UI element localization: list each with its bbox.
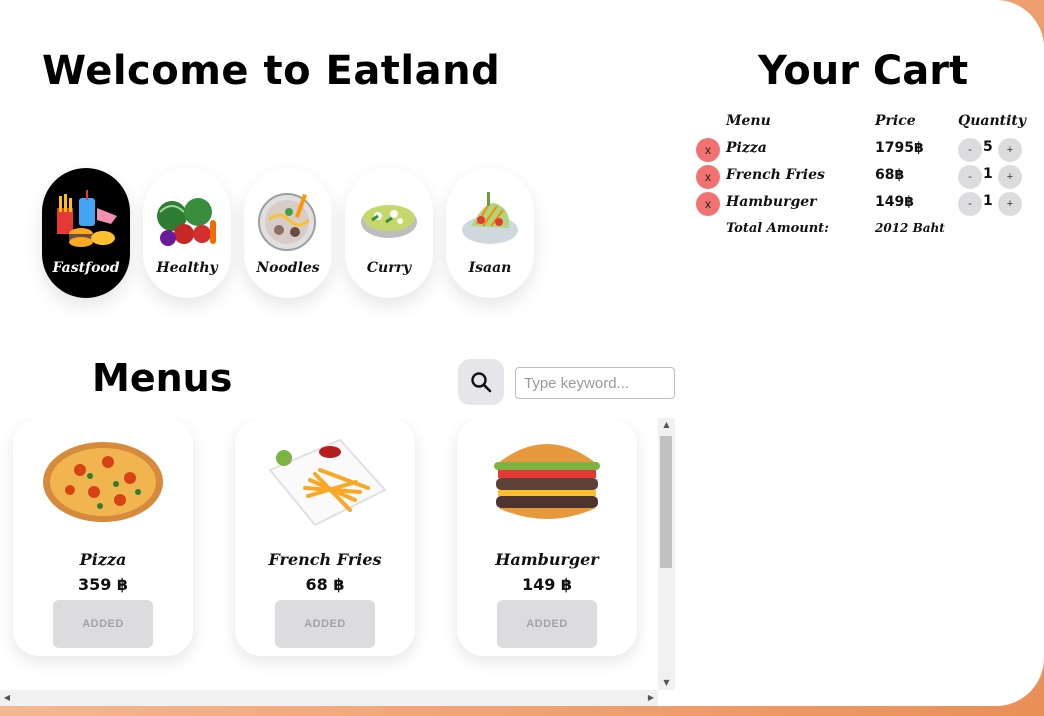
cart-row: x Hamburger 149฿ - 1 + — [696, 192, 1026, 216]
vertical-scrollbar[interactable]: ▲ ▼ — [658, 418, 675, 690]
total-amount-label: Total Amount: — [726, 221, 829, 236]
added-button[interactable]: ADDED — [275, 600, 375, 648]
page-title: Welcome to Eatland — [42, 48, 501, 94]
category-label: Isaan — [468, 260, 512, 276]
category-noodles[interactable]: Noodles — [244, 168, 332, 298]
scroll-up-arrow-icon[interactable]: ▲ — [658, 418, 675, 432]
horizontal-scrollbar[interactable]: ◀ ▶ — [0, 690, 658, 706]
scroll-down-arrow-icon[interactable]: ▼ — [658, 676, 675, 690]
cart-row: x Pizza 1795฿ - 5 + — [696, 138, 1026, 162]
category-healthy[interactable]: Healthy — [143, 168, 231, 298]
added-button[interactable]: ADDED — [497, 600, 597, 648]
menu-card-french-fries: French Fries 68 ฿ ADDED — [235, 418, 415, 656]
menu-item-price: 359 ฿ — [77, 575, 129, 594]
category-isaan[interactable]: Isaan — [446, 168, 534, 298]
menu-card-pizza: Pizza 359 ฿ ADDED — [13, 418, 193, 656]
category-label: Noodles — [256, 260, 320, 276]
total-amount-value: 2012 Baht — [875, 221, 945, 235]
menu-scroll-area[interactable]: Pizza 359 ฿ ADDED French Fries 68 ฿ ADDE… — [0, 418, 675, 706]
menu-item-name: Hamburger — [495, 550, 599, 569]
search-button[interactable] — [458, 359, 504, 405]
hamburger-icon — [494, 444, 600, 519]
cart-row: x French Fries 68฿ - 1 + — [696, 165, 1026, 189]
cart-header-price: Price — [875, 113, 916, 129]
search-input[interactable] — [515, 367, 675, 399]
search-icon — [471, 372, 492, 393]
vegetables-icon — [157, 198, 216, 246]
category-label: Curry — [366, 260, 412, 276]
increase-quantity-button[interactable]: + — [998, 138, 1022, 162]
category-curry[interactable]: Curry — [345, 168, 433, 298]
cart-header-quantity: Quantity — [958, 113, 1027, 129]
menu-item-name: French Fries — [268, 550, 382, 569]
category-label: Healthy — [156, 260, 218, 276]
menu-item-price: 149 ฿ — [521, 575, 573, 594]
added-button[interactable]: ADDED — [53, 600, 153, 648]
increase-quantity-button[interactable]: + — [998, 192, 1022, 216]
cart-item-name: Pizza — [726, 140, 767, 156]
papaya-salad-icon — [462, 192, 518, 244]
curry-bowl-icon — [361, 205, 417, 238]
decrease-quantity-button[interactable]: - — [958, 138, 982, 162]
cart-item-quantity: 1 — [983, 193, 993, 209]
category-label: Fastfood — [52, 260, 120, 276]
fastfood-icon — [57, 190, 117, 247]
category-fastfood[interactable]: Fastfood — [42, 168, 130, 298]
remove-item-button[interactable]: x — [696, 138, 720, 162]
scrollbar-thumb[interactable] — [660, 436, 672, 568]
cart-header-menu: Menu — [726, 113, 771, 129]
cart-title: Your Cart — [758, 48, 969, 94]
menu-card-hamburger: Hamburger 149 ฿ ADDED — [457, 418, 637, 656]
french-fries-icon — [268, 438, 387, 527]
cart-item-price: 1795฿ — [875, 140, 924, 156]
scroll-left-arrow-icon[interactable]: ◀ — [0, 690, 14, 706]
app-window: Welcome to Eatland Your Cart Fastfood He… — [0, 0, 1044, 706]
cart-item-quantity: 1 — [983, 166, 993, 182]
remove-item-button[interactable]: x — [696, 192, 720, 216]
decrease-quantity-button[interactable]: - — [958, 165, 982, 189]
remove-item-button[interactable]: x — [696, 165, 720, 189]
noodle-bowl-icon — [258, 193, 316, 251]
cart-item-name: Hamburger — [726, 194, 817, 210]
menu-item-price: 68 ฿ — [305, 575, 345, 594]
cart-item-name: French Fries — [726, 167, 825, 183]
increase-quantity-button[interactable]: + — [998, 165, 1022, 189]
cart-item-quantity: 5 — [983, 139, 993, 155]
pizza-icon — [43, 442, 163, 522]
scroll-right-arrow-icon[interactable]: ▶ — [644, 690, 658, 706]
cart-item-price: 68฿ — [875, 167, 905, 183]
menus-title: Menus — [92, 356, 233, 400]
cart-item-price: 149฿ — [875, 194, 914, 210]
menu-item-name: Pizza — [79, 550, 127, 569]
decrease-quantity-button[interactable]: - — [958, 192, 982, 216]
